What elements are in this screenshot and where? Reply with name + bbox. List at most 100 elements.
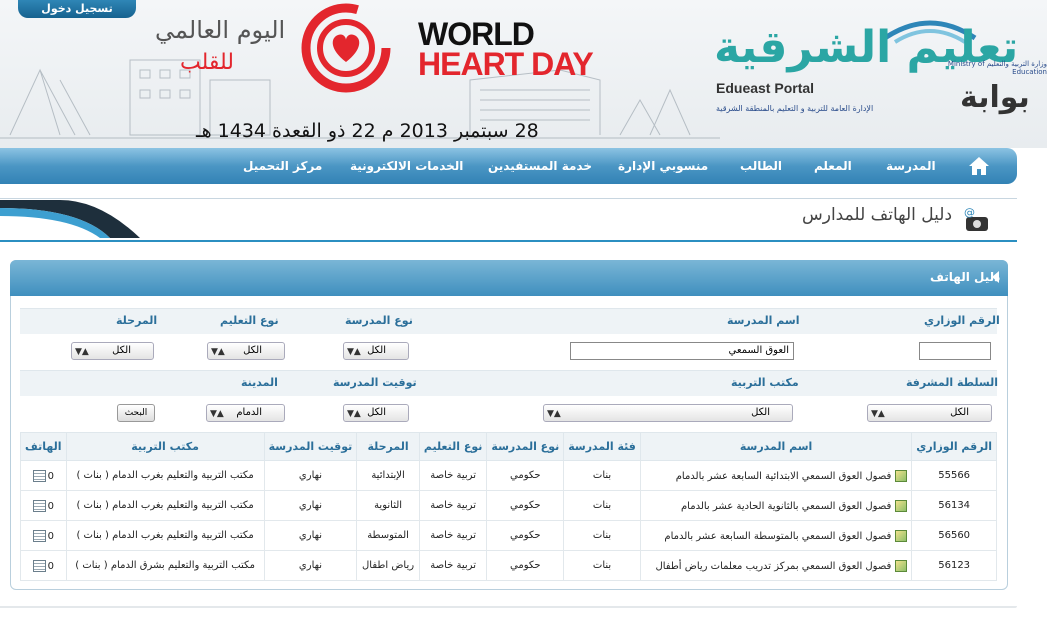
nav-item-teacher[interactable]: المعلم [814,148,852,184]
timing-cell-text: نهاري [298,560,323,571]
select-arrow-icon: ▲▼ [210,409,224,419]
table-row[interactable]: 56123 فصول العوق السمعي بمركز تدريب معلما… [20,550,997,581]
school-details-icon[interactable] [895,559,908,572]
phone-cell: 0 [20,460,67,491]
decorative-swoosh [0,200,140,238]
city-select[interactable]: ▲▼ الدمام [206,404,285,422]
stage-cell-text: الثانوية [374,500,403,511]
phone-cell: 0 [20,490,67,521]
ministry-number-cell-text: 56560 [938,530,971,541]
school-name-cell[interactable]: فصول العوق السمعي بمركز تدريب معلمات ريا… [639,550,913,581]
school-type-cell: حكومي [486,550,565,581]
column-header: فئة المدرسة [563,432,641,461]
timing-select[interactable]: ▲▼ الكل [343,404,409,422]
nav-item-beneficiary-service[interactable]: خدمة المستفيدين [488,148,592,184]
school-type-select[interactable]: ▲▼ الكل [343,342,409,360]
nav-item-e-services[interactable]: الخدمات الالكترونية [350,148,463,184]
filter-labels-row-2 [20,370,997,396]
table-row[interactable]: 56560 فصول العوق السمعي بالمتوسطة السابعة… [20,520,997,551]
nav-item-school[interactable]: المدرسة [886,148,936,184]
education-type-cell: تربية خاصة [418,490,488,521]
select-arrow-icon: ▲▼ [211,347,225,357]
office-cell-text: مكتب التربية والتعليم بغرب الدمام ( بنات… [76,500,254,511]
school-category-cell: بنات [563,550,641,581]
current-date: 28 سبتمبر 2013 م 22 ذو القعدة 1434 هـ [196,120,539,142]
education-type-cell-text: تربية خاصة [430,530,476,541]
education-type-select[interactable]: ▲▼ الكل [207,342,285,360]
school-type-cell: حكومي [486,520,565,551]
phone-cell-text: 0 [47,500,54,512]
select-arrow-icon: ▲▼ [871,409,885,419]
world-heart-day-arabic-title: اليوم العالمي [155,16,286,44]
education-type-cell: تربية خاصة [418,550,488,581]
school-category-cell-text: بنات [592,470,612,481]
office-cell: مكتب التربية والتعليم بغرب الدمام ( بنات… [65,520,265,551]
phone-list-icon[interactable] [32,499,46,512]
office-cell: مكتب التربية والتعليم بغرب الدمام ( بنات… [65,460,265,491]
school-category-cell-text: بنات [592,530,612,541]
timing-cell: نهاري [263,460,358,491]
stage-cell-text: رياض اطفال [362,560,415,571]
phone-cell-text: 0 [47,560,54,572]
select-arrow-icon: ▲▼ [547,409,561,419]
school-name-cell[interactable]: فصول العوق السمعي الابتدائية السابعة عشر… [639,460,913,491]
school-details-icon[interactable] [895,499,908,512]
column-header: مكتب التربية [65,432,265,461]
portal-name-english: Edueast Portal [716,80,815,96]
timing-cell: نهاري [263,550,358,581]
stage-value: الكل [112,345,131,356]
nav-item-administration-staff[interactable]: منسوبي الإدارة [618,148,708,184]
ministry-number-cell: 56134 [911,490,997,521]
school-category-cell-text: بنات [592,560,612,571]
stage-cell: رياض اطفال [356,550,420,581]
school-name-cell[interactable]: فصول العوق السمعي بالمتوسطة السابعة عشر … [639,520,913,551]
school-details-icon[interactable] [895,529,908,542]
timing-cell: نهاري [263,490,358,521]
office-cell-text: مكتب التربية والتعليم بشرق الدمام ( بنات… [75,560,255,571]
panel-title: دليل الهاتف [930,270,1001,284]
authority-select[interactable]: ▲▼ الكل [867,404,992,422]
office-cell-text: مكتب التربية والتعليم بغرب الدمام ( بنات… [76,470,254,481]
phone-list-icon[interactable] [32,559,46,572]
school-name-label: اسم المدرسة [727,314,800,327]
school-category-cell: بنات [563,460,641,491]
ministry-number-cell: 56123 [911,550,997,581]
column-header: اسم المدرسة [639,432,913,461]
school-name-cell-text: فصول العوق السمعي الابتدائية السابعة عشر… [675,470,892,482]
school-details-icon[interactable] [895,469,908,482]
phone-cell: 0 [20,550,67,581]
svg-text:@: @ [964,206,975,219]
school-name-input[interactable]: العوق السمعي [570,342,794,360]
column-header: المرحلة [356,432,420,461]
select-arrow-icon: ▲▼ [347,409,361,419]
phone-list-icon[interactable] [32,529,46,542]
nav-item-student[interactable]: الطالب [740,148,782,184]
stage-cell: الإبتدائية [356,460,420,491]
school-type-cell-text: حكومي [510,470,541,481]
stage-select[interactable]: ▲▼ الكل [71,342,154,360]
city-label: المدينة [241,376,278,389]
city-value: الدمام [236,407,262,418]
heart-logo-icon [301,3,391,93]
school-type-cell: حكومي [486,460,565,491]
ministry-number-input[interactable] [919,342,991,360]
login-button[interactable]: تسجيل دخول [18,0,136,18]
education-type-cell-text: تربية خاصة [430,500,476,511]
home-icon[interactable] [967,154,991,178]
phone-cell: 0 [20,520,67,551]
office-select[interactable]: ▲▼ الكل [543,404,793,422]
table-header-row: الرقم الوزاري اسم المدرسة فئة المدرسة نو… [20,432,997,461]
select-arrow-icon: ▲▼ [75,347,89,357]
school-type-cell-text: حكومي [510,530,541,541]
table-row[interactable]: 56134 فصول العوق السمعي بالثانوية الحادية… [20,490,997,521]
world-heart-day-arabic-subtitle: للقلب [180,50,235,75]
nav-item-download-center[interactable]: مركز التحميل [243,148,322,184]
school-type-cell-text: حكومي [510,500,541,511]
ministry-number-cell: 55566 [911,460,997,491]
phone-list-icon[interactable] [32,469,46,482]
school-name-cell-text: فصول العوق السمعي بالثانوية الحادية عشر … [680,500,892,512]
search-button[interactable]: البحث [117,404,155,422]
school-name-cell[interactable]: فصول العوق السمعي بالثانوية الحادية عشر … [639,490,913,521]
stage-cell: الثانوية [356,490,420,521]
table-row[interactable]: 55566 فصول العوق السمعي الابتدائية السابع… [20,460,997,491]
